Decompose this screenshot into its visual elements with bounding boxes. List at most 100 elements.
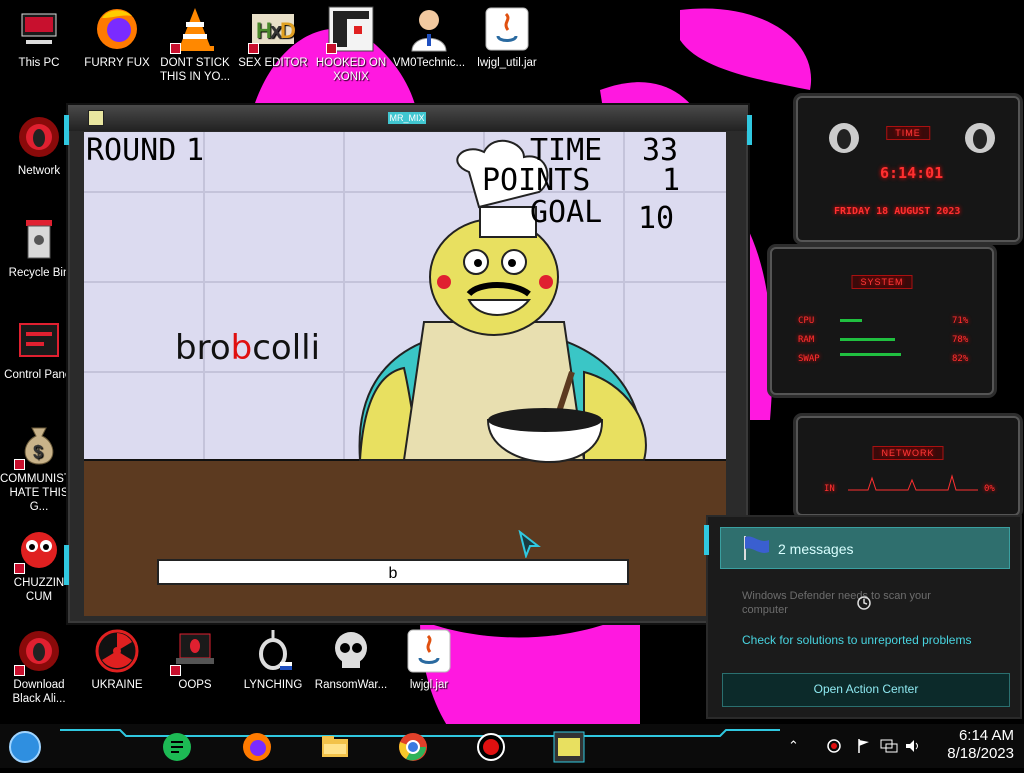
network-in-label: IN (824, 484, 835, 494)
desktop-icon-ukraine[interactable]: UKRAINE (78, 628, 156, 692)
app-icon (88, 110, 104, 126)
alien-head-icon (965, 123, 995, 153)
desktop-icon-this-pc[interactable]: This PC (0, 6, 78, 70)
network-graph (848, 474, 978, 491)
word-rest: colli (252, 328, 321, 368)
network-in-value: 0% (984, 484, 995, 494)
system-row-bar (840, 338, 895, 341)
firefox-icon[interactable] (240, 730, 274, 764)
desktop-icon-lwjgl-util[interactable]: lwjgl_util.jar (468, 6, 546, 70)
desktop-icon-label: LYNCHING (243, 679, 303, 691)
svg-text:D: D (280, 18, 296, 43)
this-pc-icon (16, 6, 62, 52)
game-window-titlebar[interactable]: MR_MIX (68, 105, 748, 131)
network-tray-icon[interactable] (880, 738, 898, 754)
frame-accent (64, 545, 69, 585)
svg-text:$: $ (33, 442, 43, 462)
desktop-icon-label: lwjgl.jar (409, 679, 449, 691)
messages-count: 2 messages (778, 541, 854, 557)
answer-input[interactable]: b (157, 559, 629, 585)
word-typed: bro (175, 328, 231, 368)
file-explorer-icon[interactable] (318, 730, 352, 764)
frame-accent (747, 115, 752, 145)
desktop-icon-label: HOOKED ON XONIX (315, 57, 387, 83)
hxd-editor-icon: HxD (248, 6, 296, 54)
desktop-icon-lynching[interactable]: LYNCHING (234, 628, 312, 692)
start-orb-icon[interactable] (8, 730, 42, 764)
desktop-icon-label: FURRY FUX (84, 57, 150, 69)
gadget-clock: 6:14:01 (880, 164, 944, 182)
system-row-label: SWAP (798, 354, 820, 364)
desktop-icon-label: lwjgl_util.jar (477, 57, 537, 69)
taskbar-clock[interactable]: 6:14 AM 8/18/2023 (947, 727, 1014, 763)
chuzzle-icon (14, 526, 62, 574)
laptop-alien-icon (170, 628, 218, 676)
system-row-label: RAM (798, 335, 815, 345)
desktop-icon-label: UKRAINE (91, 679, 143, 691)
desktop-icon-hooked-on-xonix[interactable]: HOOKED ON XONIX (312, 6, 390, 84)
action-center-flag-icon[interactable] (856, 738, 872, 754)
points-label: POINTS (482, 163, 591, 198)
mouse-pointer-icon (518, 530, 541, 558)
messages-header[interactable]: 2 messages (720, 527, 1010, 569)
money-bag-icon: $ (14, 422, 62, 470)
java-jar-icon (484, 6, 530, 52)
network-gadget[interactable]: NETWORK IN 0% (796, 416, 1020, 516)
desktop-icon-download-black-alien[interactable]: Download Black Ali... (0, 628, 78, 706)
busy-cursor-icon (857, 596, 871, 610)
desktop-icon-sex-editor[interactable]: HxD SEX EDITOR (234, 6, 312, 70)
chrome-icon[interactable] (396, 730, 430, 764)
desktop-icon-label: OOPS (178, 679, 212, 691)
record-icon[interactable] (474, 730, 508, 764)
clock-date: 8/18/2023 (947, 745, 1014, 762)
volume-icon[interactable] (904, 738, 922, 754)
system-row-value: 82% (952, 354, 969, 364)
recycle-bin-icon (16, 216, 62, 262)
record-tray-icon[interactable] (826, 738, 842, 754)
open-action-center-label: Open Action Center (813, 682, 919, 696)
desktop-icon-label: This PC (18, 57, 60, 69)
desktop-icon-oops[interactable]: OOPS (156, 628, 234, 692)
system-row-value: 78% (952, 335, 969, 345)
desktop-icon-label: VM0Technic... (392, 57, 466, 69)
round-label: ROUND (86, 133, 177, 168)
xonix-game-icon (326, 6, 374, 54)
system-row-bar (840, 353, 901, 356)
time-value: 33 (642, 133, 679, 168)
time-gadget[interactable]: TIME 6:14:01 FRIDAY 18 AUGUST 2023 (796, 96, 1020, 242)
desktop-icon-label: SEX EDITOR (238, 57, 308, 69)
game-canvas[interactable] (84, 132, 726, 616)
gadget-date: FRIDAY 18 AUGUST 2023 (834, 206, 961, 217)
radiation-icon (94, 628, 140, 674)
noose-icon (250, 628, 296, 674)
java-jar-icon (406, 628, 452, 674)
time-label: TIME (530, 133, 603, 168)
clock-time: 6:14 AM (958, 727, 1014, 744)
vlc-cone-icon (170, 6, 218, 54)
desktop-icon-vm0technic[interactable]: VM0Technic... (390, 6, 468, 70)
system-gadget[interactable]: SYSTEM CPU 71% RAM 78% SWAP 82% (770, 247, 994, 395)
desktop-icon-furry-fux[interactable]: FURRY FUX (78, 6, 156, 70)
alien-download-icon (14, 628, 62, 676)
desktop-icon-lwjgl[interactable]: lwjgl.jar (390, 628, 468, 692)
network-alien-icon (16, 114, 62, 160)
action-center-flag-icon (744, 536, 769, 560)
desktop-icon-label: Download Black Ali... (12, 679, 66, 705)
doctor-avatar-icon (406, 6, 452, 52)
time-gadget-title: TIME (886, 126, 930, 140)
notes-app-icon[interactable] (160, 730, 194, 764)
goal-label: GOAL (530, 195, 603, 230)
desktop-icon-label: DONT STICK THIS IN YO... (159, 57, 231, 83)
system-row-bar (840, 319, 862, 322)
round-value: 1 (186, 133, 205, 168)
window-title: MR_MIX (388, 112, 426, 124)
open-action-center-button[interactable]: Open Action Center (722, 673, 1010, 707)
desktop-icon-ransomware[interactable]: RansomWar... (312, 628, 390, 692)
action-center-flyout[interactable]: 2 messages Windows Defender needs to sca… (704, 515, 1022, 719)
game-app-icon[interactable] (552, 730, 586, 764)
check-solutions-link[interactable]: Check for solutions to unreported proble… (742, 633, 971, 647)
chevron-up-icon[interactable]: ⌃ (788, 738, 799, 754)
target-word: brobcolli (175, 328, 320, 368)
desktop-icon-dont-stick[interactable]: DONT STICK THIS IN YO... (156, 6, 234, 84)
points-value: 1 (662, 163, 681, 198)
